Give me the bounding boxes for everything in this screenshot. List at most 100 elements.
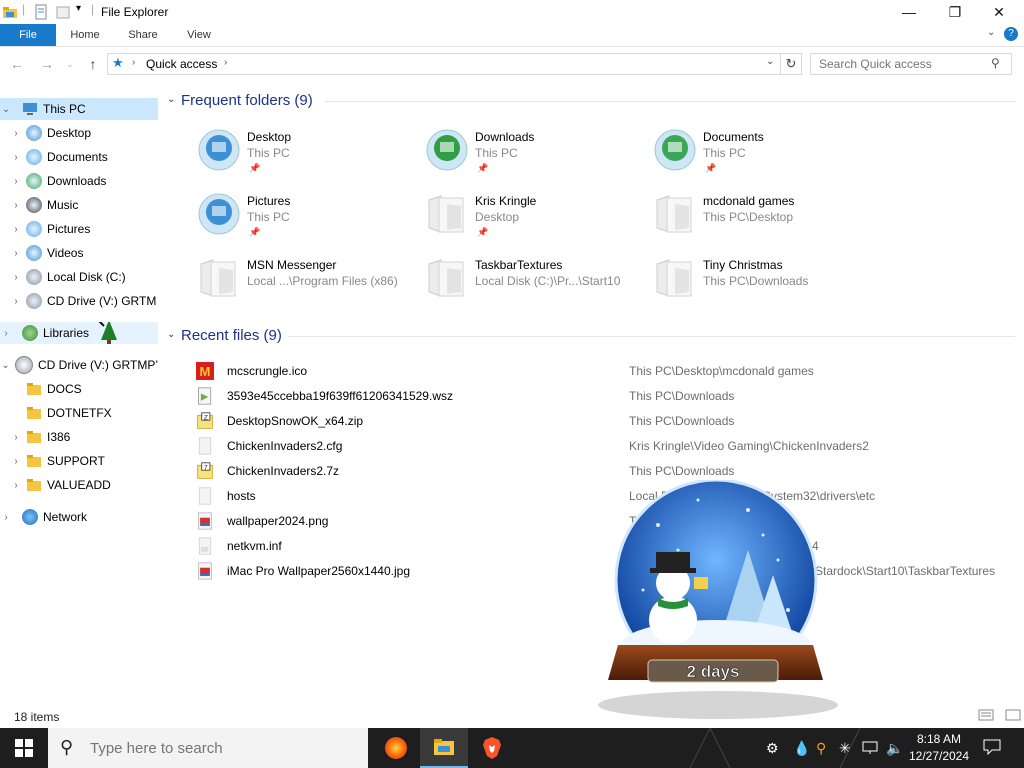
taskbar-search[interactable]: ⚲ [48, 728, 368, 768]
large-icons-view-icon[interactable] [1005, 708, 1021, 722]
sidebar-item-dotnetfx[interactable]: DOTNETFX [0, 402, 158, 424]
quick-access-star-icon: ★ [112, 55, 124, 70]
sidebar-item-cd-drive-v-grtm[interactable]: › CD Drive (V:) GRTM [0, 290, 158, 312]
address-dropdown-icon[interactable]: ⌄ [766, 56, 774, 67]
tab-share[interactable]: Share [118, 24, 168, 46]
folder-location: This PC [703, 146, 746, 160]
customize-quick-access-icon[interactable]: ▾ [76, 3, 81, 19]
frequent-folder-tile[interactable]: Documents This PC 📌 [653, 126, 878, 186]
frequent-folder-tile[interactable]: Tiny Christmas This PC\Downloads [653, 254, 878, 314]
breadcrumb-separator-icon: › [132, 57, 136, 68]
sidebar-item-music[interactable]: › Music [0, 194, 158, 216]
file-explorer-icon[interactable] [2, 4, 18, 20]
back-button[interactable]: ← [8, 55, 26, 73]
chevron-right-icon[interactable]: › [10, 480, 22, 491]
sidebar-item-pictures[interactable]: › Pictures [0, 218, 158, 240]
search-box[interactable]: ⚲ [810, 53, 1012, 75]
sidebar-item-docs[interactable]: DOCS [0, 378, 158, 400]
tab-home[interactable]: Home [60, 24, 110, 46]
sidebar-item-local-disk-c[interactable]: › Local Disk (C:) [0, 266, 158, 288]
search-tray-icon[interactable]: ⚲ [816, 740, 826, 757]
folder-location: Local ...\Program Files (x86) [247, 274, 398, 288]
chevron-right-icon[interactable]: › [10, 128, 22, 139]
chevron-right-icon[interactable]: › [10, 432, 22, 443]
details-view-icon[interactable] [978, 708, 994, 722]
chevron-right-icon[interactable]: › [10, 456, 22, 467]
properties-icon[interactable] [33, 4, 49, 20]
sidebar-item-i386[interactable]: › I386 [0, 426, 158, 448]
chevron-down-icon[interactable]: ⌄ [0, 104, 12, 115]
app-tray-icon[interactable]: ⚙ [766, 740, 779, 757]
sidebar-item-support[interactable]: › SUPPORT [0, 450, 158, 472]
taskbar-file-explorer[interactable] [420, 728, 468, 768]
file-name: mcscrungle.ico [227, 364, 308, 378]
frequent-folder-tile[interactable]: Pictures This PC 📌 [197, 190, 422, 250]
frequent-folder-tile[interactable]: MSN Messenger Local ...\Program Files (x8… [197, 254, 422, 314]
tab-file[interactable]: File [0, 24, 56, 46]
sidebar-item-desktop[interactable]: › Desktop [0, 122, 158, 144]
frequent-folders-header[interactable]: Frequent folders (9) [181, 92, 313, 109]
divider [325, 101, 1015, 102]
new-folder-icon[interactable] [55, 4, 71, 20]
chevron-right-icon[interactable]: › [10, 272, 22, 283]
chevron-right-icon[interactable]: › [10, 224, 22, 235]
close-button[interactable]: ✕ [976, 0, 1022, 24]
recent-file-row[interactable]: 3593e45ccebba19f639ff61206341529.wsz This… [192, 383, 1012, 408]
notifications-icon[interactable] [983, 739, 1001, 755]
sidebar-item-valueadd[interactable]: › VALUEADD [0, 474, 158, 496]
sidebar-item-documents[interactable]: › Documents [0, 146, 158, 168]
address-bar[interactable]: ★ › Quick access › ⌄ [107, 53, 781, 75]
breadcrumb-quick-access[interactable]: Quick access [146, 57, 217, 71]
frequent-folder-tile[interactable]: Desktop This PC 📌 [197, 126, 422, 186]
volume-icon[interactable]: 🔈 [886, 740, 903, 757]
collapse-group-icon[interactable]: ⌄ [167, 94, 175, 105]
frequent-folder-tile[interactable]: Kris Kringle Desktop 📌 [425, 190, 650, 250]
downloads-icon [26, 173, 42, 189]
minimize-button[interactable]: — [886, 0, 932, 24]
chevron-down-icon[interactable]: ⌄ [0, 360, 11, 371]
frequent-folder-tile[interactable]: TaskbarTextures Local Disk (C:)\Pr...\Sta… [425, 254, 650, 314]
network-tray-icon[interactable] [862, 740, 878, 754]
sidebar-item-libraries[interactable]: › Libraries [0, 322, 158, 344]
sidebar-item-this-pc[interactable]: ⌄ This PC [0, 98, 158, 120]
recent-file-row[interactable]: Z DesktopSnowOK_x64.zip This PC\Downloads [192, 408, 1012, 433]
recent-locations-button[interactable]: ⌄ [61, 55, 79, 73]
refresh-icon: ↻ [785, 56, 797, 71]
help-icon[interactable]: ? [1004, 27, 1018, 41]
frequent-folder-tile[interactable]: Downloads This PC 📌 [425, 126, 650, 186]
chevron-right-icon[interactable]: › [10, 200, 22, 211]
chevron-right-icon[interactable]: › [10, 248, 22, 259]
search-input[interactable] [817, 54, 991, 74]
recent-file-row[interactable]: Mmcscrungle.ico This PC\Desktop\mcdonald … [192, 358, 1012, 383]
sidebar-item-downloads[interactable]: › Downloads [0, 170, 158, 192]
chevron-right-icon[interactable]: › [10, 176, 22, 187]
chevron-right-icon[interactable]: › [10, 152, 22, 163]
folder-location: This PC\Desktop [703, 210, 794, 224]
system-clock[interactable]: 8:18 AM 12/27/2024 [908, 731, 970, 765]
refresh-button[interactable]: ↻ [780, 53, 802, 75]
skin-file-icon [198, 387, 212, 405]
chevron-right-icon[interactable]: › [0, 328, 12, 339]
up-button[interactable]: ↑ [84, 55, 102, 73]
folder-location: This PC\Downloads [703, 274, 809, 288]
taskbar-firefox[interactable] [372, 728, 420, 768]
sidebar-item-network[interactable]: › Network [0, 506, 158, 528]
chevron-right-icon[interactable]: › [10, 296, 22, 307]
sidebar-item-cd-drive[interactable]: ⌄ CD Drive (V:) GRTMP’ [0, 354, 158, 376]
expand-ribbon-icon[interactable]: ⌄ [987, 27, 995, 38]
tab-view[interactable]: View [176, 24, 222, 46]
drop-tray-icon[interactable]: 💧 [793, 740, 810, 757]
frequent-folder-tile[interactable]: mcdonald games This PC\Desktop [653, 190, 878, 250]
taskbar-search-input[interactable] [88, 739, 352, 758]
collapse-group-icon[interactable]: ⌄ [167, 329, 175, 340]
recent-files-header[interactable]: Recent files (9) [181, 327, 282, 344]
maximize-button[interactable]: ❐ [932, 0, 978, 24]
snowflake-tray-icon[interactable]: ✳ [839, 740, 851, 757]
taskbar-brave[interactable] [468, 728, 516, 768]
forward-button[interactable]: → [38, 55, 56, 73]
sidebar-item-videos[interactable]: › Videos [0, 242, 158, 264]
start-button[interactable] [0, 728, 48, 768]
recent-file-row[interactable]: ChickenInvaders2.cfg Kris Kringle\Video G… [192, 433, 1012, 458]
chevron-right-icon[interactable]: › [0, 512, 12, 523]
folder-location: This PC [247, 146, 290, 160]
